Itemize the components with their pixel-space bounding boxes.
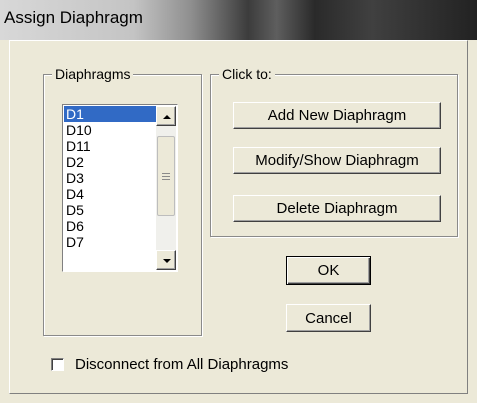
diaphragm-list-item[interactable]: D6	[64, 218, 156, 234]
listbox-scrollbar[interactable]	[156, 106, 176, 270]
diaphragm-list-item[interactable]: D4	[64, 186, 156, 202]
diaphragm-list-item[interactable]: D1	[64, 106, 156, 122]
diaphragm-list-item[interactable]: D10	[64, 122, 156, 138]
scroll-up-arrow-icon	[163, 115, 171, 119]
window-title: Assign Diaphragm	[4, 8, 143, 27]
diaphragm-list-item[interactable]: D11	[64, 138, 156, 154]
scroll-up-button[interactable]	[156, 106, 176, 126]
cancel-button[interactable]: Cancel	[286, 304, 371, 332]
diaphragm-list-item[interactable]: D2	[64, 154, 156, 170]
add-new-diaphragm-button[interactable]: Add New Diaphragm	[233, 102, 441, 129]
assign-diaphragm-dialog: Assign Diaphragm Diaphragms D1 D10 D11 D2 D3…	[0, 0, 477, 403]
scroll-down-arrow-icon	[163, 259, 171, 263]
scroll-grip-line	[162, 179, 170, 180]
scroll-grip-line	[162, 176, 170, 177]
delete-diaphragm-button[interactable]: Delete Diaphragm	[233, 195, 441, 222]
diaphragm-list: D1 D10 D11 D2 D3 D4 D5 D6 D7	[64, 106, 156, 250]
scroll-down-button[interactable]	[156, 250, 176, 270]
scroll-grip-icon	[162, 173, 170, 174]
diaphragm-list-item[interactable]: D7	[64, 234, 156, 250]
cancel-label: Cancel	[305, 309, 352, 327]
delete-diaphragm-label: Delete Diaphragm	[276, 200, 398, 217]
diaphragm-listbox[interactable]: D1 D10 D11 D2 D3 D4 D5 D6 D7	[62, 104, 178, 272]
modify-show-diaphragm-button[interactable]: Modify/Show Diaphragm	[233, 147, 441, 174]
diaphragm-list-item[interactable]: D5	[64, 202, 156, 218]
ok-label: OK	[317, 262, 340, 279]
disconnect-checkbox[interactable]	[51, 358, 64, 371]
scroll-thumb[interactable]	[157, 136, 175, 216]
diaphragms-group-label: Diaphragms	[52, 66, 134, 82]
disconnect-checkbox-label[interactable]: Disconnect from All Diaphragms	[75, 356, 288, 373]
title-bar[interactable]: Assign Diaphragm	[0, 0, 477, 40]
ok-button[interactable]: OK	[286, 256, 371, 285]
modify-show-diaphragm-label: Modify/Show Diaphragm	[255, 152, 419, 169]
diaphragm-list-item[interactable]: D3	[64, 170, 156, 186]
click-to-group-label: Click to:	[219, 66, 275, 82]
add-new-diaphragm-label: Add New Diaphragm	[267, 107, 407, 124]
